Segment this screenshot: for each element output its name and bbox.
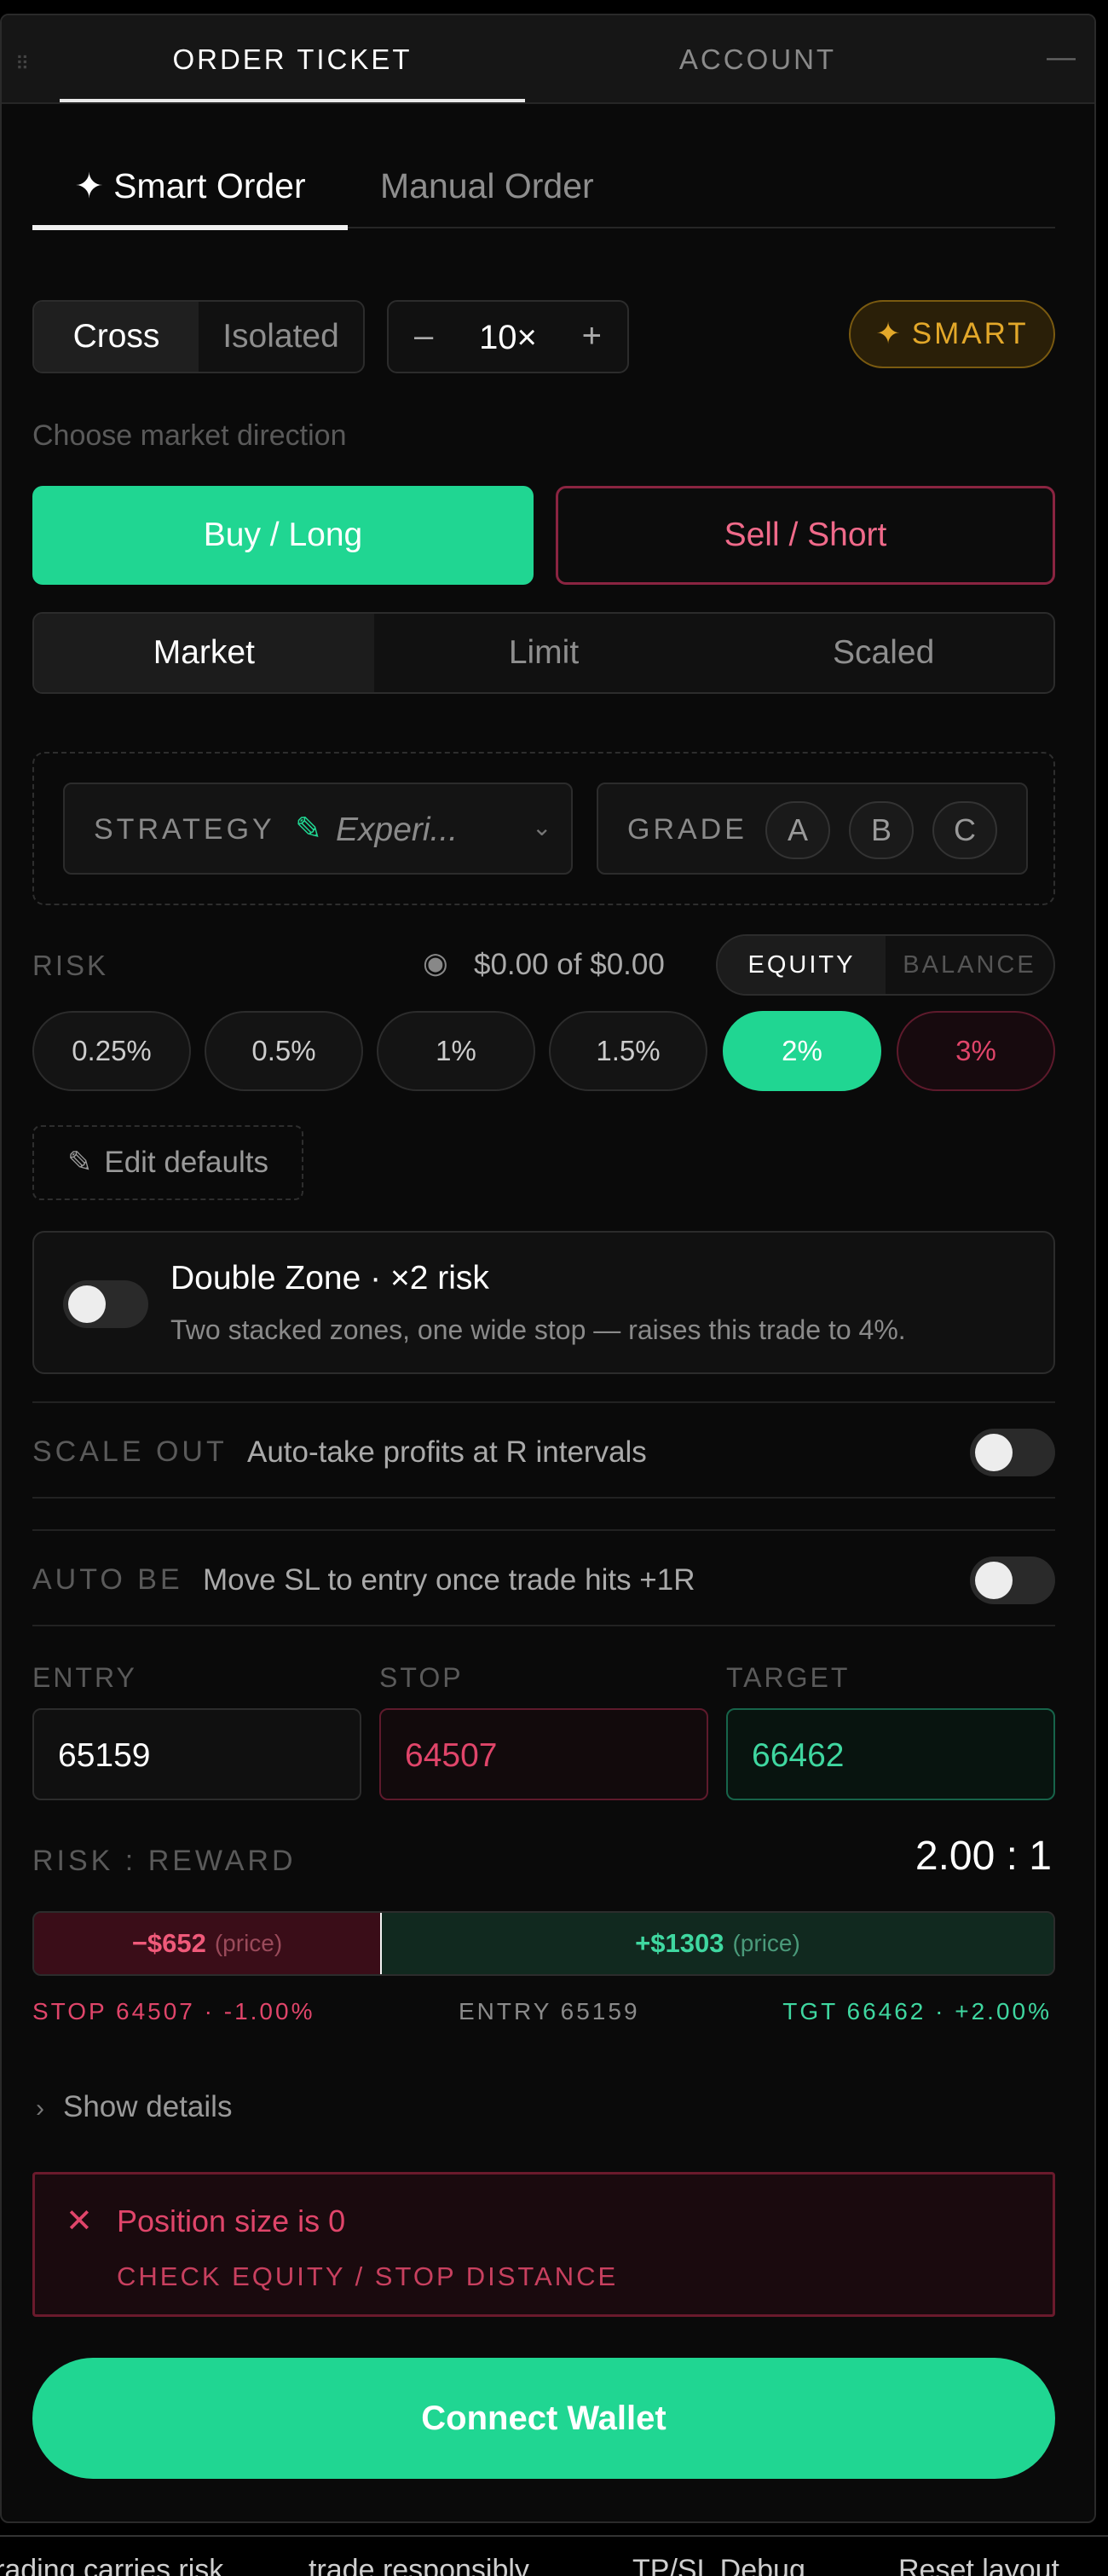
scale-out-row: SCALE OUT Auto-take profits at R interva…	[32, 1401, 1055, 1499]
gain-segment: +$1303 (price)	[382, 1913, 1053, 1974]
edit-defaults-label: Edit defaults	[104, 1146, 268, 1179]
pencil-icon: ✎	[295, 811, 322, 847]
pencil-icon: ✎	[67, 1146, 93, 1179]
error-alert: ✕ Position size is 0 CHECK EQUITY / STOP…	[32, 2172, 1055, 2317]
tab-order-ticket[interactable]: ORDER TICKET	[60, 15, 525, 104]
risk-reward-ratio: 2.00 : 1	[915, 1834, 1052, 1879]
loss-note: (price)	[214, 1930, 283, 1956]
sell-short-button[interactable]: Sell / Short	[556, 486, 1055, 585]
risk-amount: $0.00 of $0.00	[474, 948, 665, 981]
loss-segment: −$652 (price)	[34, 1913, 380, 1974]
double-zone-title: Double Zone · ×2 risk	[170, 1260, 489, 1297]
scale-out-description: Auto-take profits at R intervals	[247, 1435, 647, 1469]
eye-icon[interactable]: ◉	[423, 946, 448, 980]
risk-base-balance[interactable]: BALANCE	[886, 936, 1053, 994]
risk-preset-button[interactable]: 0.25%	[32, 1011, 191, 1091]
scale-out-toggle[interactable]	[970, 1429, 1055, 1476]
chevron-right-icon: ›	[36, 2094, 44, 2123]
order-type-selector: Market Limit Scaled	[32, 612, 1055, 694]
gain-amount: +$1303	[635, 1928, 724, 1958]
strategy-value: Experi...	[336, 811, 459, 848]
entry-label: ENTRY	[32, 1662, 137, 1693]
leverage-increase-button[interactable]: +	[582, 317, 602, 355]
footer-bar: rading carries risk trade responsibly TP…	[0, 2535, 1108, 2576]
auto-be-toggle[interactable]	[970, 1557, 1055, 1604]
stop-legend: STOP 64507 · -1.00%	[32, 1998, 315, 2024]
risk-preset-button-selected[interactable]: 2%	[723, 1011, 881, 1091]
target-price-input[interactable]: 66462	[726, 1708, 1055, 1800]
order-ticket-panel: ⠿ ORDER TICKET ACCOUNT — ✦ Smart Order M…	[0, 14, 1096, 2523]
smart-badge-label: SMART	[911, 317, 1029, 350]
connect-wallet-button[interactable]: Connect Wallet	[32, 2358, 1055, 2479]
footer-responsibility-text: trade responsibly	[309, 2554, 529, 2576]
entry-legend: ENTRY 65159	[459, 1998, 640, 2024]
risk-preset-button[interactable]: 1%	[377, 1011, 535, 1091]
show-details-label: Show details	[63, 2090, 233, 2123]
edit-defaults-button[interactable]: ✎ Edit defaults	[32, 1125, 303, 1200]
risk-base-equity[interactable]: EQUITY	[718, 936, 886, 994]
strategy-select[interactable]: STRATEGY ✎ Experi... ⌄	[63, 783, 573, 875]
auto-be-description: Move SL to entry once trade hits +1R	[203, 1563, 695, 1597]
risk-reward-label: RISK : REWARD	[32, 1845, 297, 1877]
double-zone-toggle[interactable]	[63, 1280, 148, 1328]
risk-preset-button[interactable]: 0.5%	[205, 1011, 363, 1091]
grade-label: GRADE	[627, 813, 747, 846]
footer-tpsl-debug-link[interactable]: TP/SL Debug	[632, 2554, 805, 2576]
strategy-label: STRATEGY	[94, 813, 275, 846]
minus-icon[interactable]: —	[1047, 41, 1076, 74]
error-hint: CHECK EQUITY / STOP DISTANCE	[117, 2261, 619, 2291]
grade-selector: GRADE A B C	[597, 783, 1028, 875]
order-mode-tabs: ✦ Smart Order Manual Order	[32, 143, 1055, 230]
drag-handle-icon[interactable]: ⠿	[15, 53, 34, 77]
sparkle-icon: ✦	[875, 317, 903, 350]
grade-c-button[interactable]: C	[932, 801, 997, 859]
auto-be-label: AUTO BE	[32, 1563, 183, 1596]
show-details-toggle[interactable]: › Show details	[36, 2090, 232, 2124]
target-legend: TGT 66462 · +2.00%	[782, 1998, 1052, 2024]
grade-b-button[interactable]: B	[849, 801, 914, 859]
margin-isolated-option[interactable]: Isolated	[199, 302, 363, 372]
grade-a-button[interactable]: A	[765, 801, 830, 859]
ticket-header: ⠿ ORDER TICKET ACCOUNT —	[2, 15, 1094, 104]
margin-cross-option[interactable]: Cross	[34, 302, 199, 372]
footer-reset-layout-link[interactable]: Reset layout	[898, 2554, 1059, 2576]
tab-manual-order[interactable]: Manual Order	[380, 143, 594, 228]
scale-out-label: SCALE OUT	[32, 1435, 228, 1468]
risk-preset-button-high[interactable]: 3%	[897, 1011, 1055, 1091]
risk-reward-bar: −$652 (price) +$1303 (price)	[32, 1911, 1055, 1976]
target-label: TARGET	[726, 1662, 851, 1693]
tab-account[interactable]: ACCOUNT	[525, 15, 990, 104]
buy-long-button[interactable]: Buy / Long	[32, 486, 534, 585]
close-icon: ✕	[66, 2203, 93, 2239]
leverage-stepper: – 10× +	[387, 300, 629, 373]
entry-price-input[interactable]: 65159	[32, 1708, 361, 1800]
smart-badge[interactable]: ✦ SMART	[849, 300, 1055, 368]
risk-preset-button[interactable]: 1.5%	[549, 1011, 707, 1091]
footer-risk-text: rading carries risk	[0, 2554, 224, 2576]
auto-be-row: AUTO BE Move SL to entry once trade hits…	[32, 1529, 1055, 1626]
margin-mode-toggle: Cross Isolated	[32, 300, 365, 373]
strategy-grade-box: STRATEGY ✎ Experi... ⌄ GRADE A B C	[32, 752, 1055, 905]
order-type-limit[interactable]: Limit	[374, 614, 714, 692]
gain-note: (price)	[732, 1930, 800, 1956]
loss-amount: −$652	[131, 1928, 206, 1958]
direction-hint: Choose market direction	[32, 419, 347, 452]
stop-label: STOP	[379, 1662, 464, 1693]
double-zone-card: Double Zone · ×2 risk Two stacked zones,…	[32, 1231, 1055, 1374]
order-type-market[interactable]: Market	[34, 614, 374, 692]
stop-price-input[interactable]: 64507	[379, 1708, 708, 1800]
tab-smart-order[interactable]: ✦ Smart Order	[32, 143, 348, 230]
error-title: Position size is 0	[117, 2203, 346, 2238]
risk-base-toggle: EQUITY BALANCE	[716, 934, 1055, 996]
double-zone-subtitle: Two stacked zones, one wide stop — raise…	[170, 1314, 906, 1345]
risk-label: RISK	[32, 950, 109, 981]
chevron-down-icon: ⌄	[532, 814, 552, 840]
order-type-scaled[interactable]: Scaled	[713, 614, 1053, 692]
